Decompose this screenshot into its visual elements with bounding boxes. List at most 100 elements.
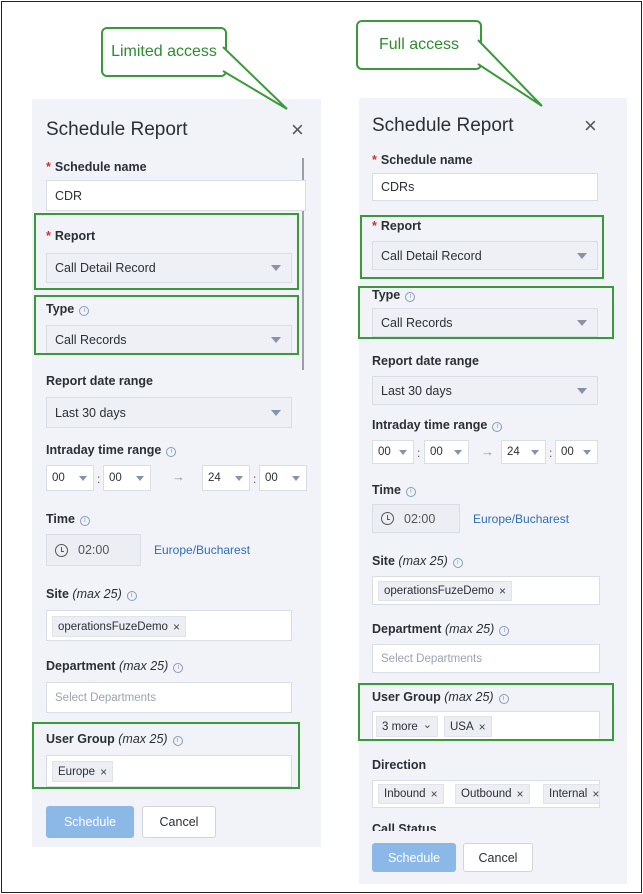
limited-access-callout-tail (222, 46, 288, 110)
right-site-tag: operationsFuzeDemo × (378, 581, 512, 601)
left-intraday-label: Intraday time range i (46, 443, 177, 457)
right-user-group-tag: USA × (444, 716, 492, 737)
full-access-label: Full access (378, 36, 460, 53)
right-department-label: Department (max 25) i (372, 622, 510, 636)
tag-remove-icon[interactable]: × (592, 787, 599, 801)
info-icon: i (172, 736, 183, 746)
left-site-tag: operationsFuzeDemo × (52, 616, 186, 637)
right-date-range-value: Last 30 days (381, 383, 452, 398)
left-date-range-label: Report date range (46, 374, 153, 388)
caret-down-icon (577, 252, 587, 259)
right-date-range-select[interactable]: Last 30 days (372, 376, 598, 405)
left-schedule-button[interactable]: Schedule (46, 806, 134, 838)
right-direction-tag-outbound: Outbound × (455, 784, 530, 804)
left-site-label: Site (max 25) i (46, 587, 137, 601)
left-schedule-name-input[interactable]: CDR (46, 180, 306, 211)
right-call-status-label: Call Status (372, 822, 437, 831)
clock-icon (55, 543, 68, 557)
right-date-range-label: Report date range (372, 354, 479, 368)
info-icon: i (79, 516, 90, 526)
right-schedule-name-label: * Schedule name (372, 153, 473, 167)
info-icon: i (405, 487, 416, 497)
right-type-select[interactable]: Call Records (372, 308, 598, 337)
right-time-label: Time i (372, 483, 416, 497)
right-schedule-button[interactable]: Schedule (372, 843, 456, 872)
caret-down-icon (271, 337, 281, 343)
time-separator: : (417, 446, 421, 460)
left-report-label: * Report (46, 229, 96, 243)
right-department-input[interactable]: Select Departments (372, 644, 600, 673)
info-icon: i (79, 306, 90, 316)
info-icon: i (452, 558, 463, 568)
left-end-hour-select[interactable]: 24 (202, 465, 250, 491)
right-site-label: Site (max 25) i (372, 554, 463, 568)
caret-down-icon (531, 450, 539, 455)
tag-remove-icon[interactable]: × (499, 584, 506, 598)
left-type-select[interactable]: Call Records (46, 325, 292, 355)
right-close-icon[interactable]: × (584, 115, 597, 137)
caret-down-icon (577, 319, 587, 326)
time-separator: : (97, 472, 101, 486)
right-type-label: Type i (372, 288, 416, 302)
left-user-group-label: User Group (max 25) i (46, 732, 183, 746)
left-department-label: Department (max 25) i (46, 659, 184, 673)
left-timezone-link[interactable]: Europe/Bucharest (154, 543, 250, 557)
info-icon: i (166, 447, 177, 457)
tag-remove-icon[interactable]: × (431, 787, 438, 801)
tag-remove-icon[interactable]: × (100, 765, 107, 779)
right-timezone-link[interactable]: Europe/Bucharest (473, 512, 569, 526)
caret-down-icon (136, 476, 144, 481)
range-arrow-icon: → (481, 444, 494, 459)
caret-down-icon (454, 450, 462, 455)
info-icon: i (405, 292, 416, 302)
info-icon: i (126, 591, 137, 601)
right-direction-label: Direction (372, 758, 427, 772)
left-report-select[interactable]: Call Detail Record (46, 253, 292, 283)
chevron-down-icon: ⌄ (422, 718, 433, 731)
right-start-minute-select[interactable]: 00 (424, 440, 469, 464)
right-type-value: Call Records (381, 315, 453, 330)
left-close-icon[interactable]: × (291, 119, 304, 141)
limited-access-label: Limited access (111, 43, 217, 60)
left-department-input[interactable]: Select Departments (46, 682, 292, 713)
caret-down-icon (583, 450, 591, 455)
left-date-range-value: Last 30 days (55, 405, 126, 420)
right-end-hour-select[interactable]: 24 (501, 440, 546, 464)
left-user-group-tag: Europe × (52, 761, 114, 782)
left-time-input[interactable]: 02:00 (46, 534, 141, 566)
left-schedule-name-label: * Schedule name (46, 160, 147, 174)
range-arrow-icon: → (172, 469, 185, 484)
right-cancel-button[interactable]: Cancel (463, 843, 533, 872)
tag-remove-icon[interactable]: × (517, 787, 524, 801)
caret-down-icon (271, 409, 281, 416)
tag-remove-icon[interactable]: × (173, 620, 180, 634)
info-icon: i (173, 663, 184, 673)
time-separator: : (549, 446, 553, 460)
right-report-select[interactable]: Call Detail Record (372, 241, 598, 270)
right-panel-title: Schedule Report (372, 115, 514, 136)
left-date-range-select[interactable]: Last 30 days (46, 397, 292, 428)
right-schedule-name-input[interactable]: CDRs (372, 173, 598, 201)
right-report-value: Call Detail Record (381, 248, 482, 263)
right-end-minute-select[interactable]: 00 (555, 440, 598, 464)
right-report-label: * Report (372, 219, 422, 233)
info-icon: i (499, 626, 510, 636)
info-icon: i (498, 694, 509, 704)
left-cancel-button[interactable]: Cancel (142, 806, 216, 838)
left-start-minute-select[interactable]: 00 (103, 465, 151, 491)
left-start-hour-select[interactable]: 00 (46, 465, 94, 491)
tag-remove-icon[interactable]: × (479, 720, 486, 734)
left-report-value: Call Detail Record (55, 261, 156, 275)
left-panel-title: Schedule Report (46, 119, 188, 140)
right-direction-tag-inbound: Inbound × (378, 784, 444, 804)
right-direction-tag-internal: Internal × (543, 784, 600, 804)
caret-down-icon (577, 387, 587, 394)
left-end-minute-select[interactable]: 00 (259, 465, 307, 491)
right-user-group-more-tag[interactable]: 3 more ⌄ (376, 716, 439, 737)
right-time-input[interactable]: 02:00 (372, 504, 460, 533)
right-start-hour-select[interactable]: 00 (372, 440, 414, 464)
clock-icon (381, 512, 394, 525)
right-intraday-label: Intraday time range i (372, 418, 503, 432)
limited-access-callout: Limited access (101, 27, 288, 110)
caret-down-icon (292, 476, 300, 481)
